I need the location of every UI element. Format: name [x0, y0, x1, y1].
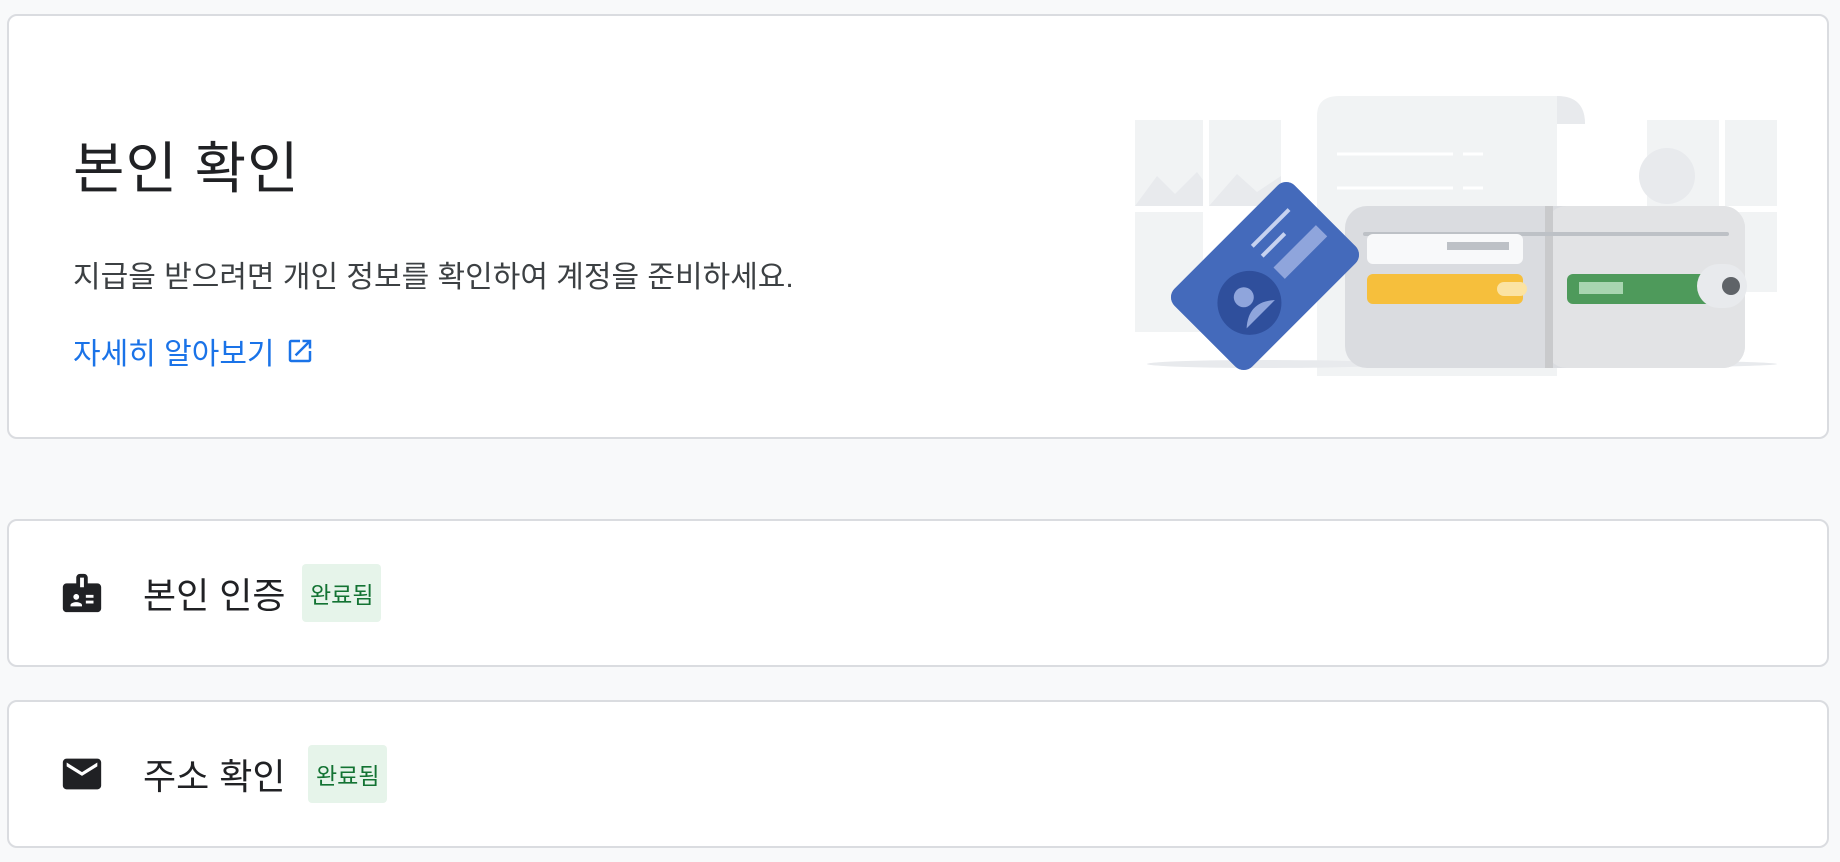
- status-badge: 완료됨: [302, 564, 382, 622]
- mail-icon: [62, 758, 102, 790]
- address-verification-row[interactable]: 주소 확인 완료됨: [7, 700, 1829, 848]
- learn-more-link[interactable]: 자세히 알아보기: [73, 329, 315, 373]
- id-badge-icon: [62, 573, 102, 613]
- identity-verification-row[interactable]: 본인 인증 완료됨: [7, 519, 1829, 667]
- wallet-id-illustration: [1135, 96, 1777, 376]
- identity-verification-title: 본인 인증: [143, 575, 286, 616]
- address-verification-title: 주소 확인: [143, 756, 286, 797]
- page-title: 본인 확인: [73, 137, 300, 200]
- external-link-icon: [288, 339, 311, 363]
- learn-more-label: 자세히 알아보기: [73, 338, 275, 371]
- identity-verification-card: 본인 확인 지급을 받으려면 개인 정보를 확인하여 계정을 준비하세요. 자세…: [7, 14, 1829, 439]
- page-description: 지급을 받으려면 개인 정보를 확인하여 계정을 준비하세요.: [73, 261, 794, 294]
- status-badge: 완료됨: [308, 745, 388, 803]
